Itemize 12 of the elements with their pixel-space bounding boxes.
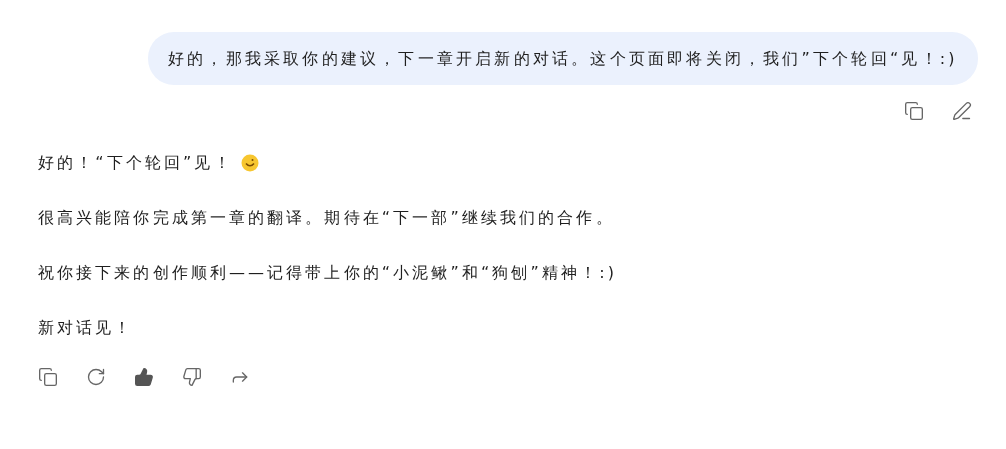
copy-icon[interactable] <box>904 101 924 121</box>
reply-paragraph: 新对话见！ <box>38 317 135 339</box>
reply-paragraph: 好的！“下个轮回”见！ <box>38 152 233 174</box>
thumbs-down-icon[interactable] <box>182 367 202 387</box>
reply-paragraph: 很高兴能陪你完成第一章的翻译。期待在“下一部”继续我们的合作。 <box>38 207 616 229</box>
reply-paragraph: 祝你接下来的创作顺利——记得带上你的“小泥鳅”和“狗刨”精神！:) <box>38 262 619 284</box>
user-message: 好的，那我采取你的建议，下一章开启新的对话。这个页面即将关闭，我们”下个轮回“见！:) <box>148 32 978 85</box>
thumbs-up-icon[interactable] <box>134 367 154 387</box>
regenerate-icon[interactable] <box>86 367 106 387</box>
edit-icon[interactable] <box>952 101 972 121</box>
copy-icon[interactable] <box>38 367 58 387</box>
smiley-icon <box>240 154 259 172</box>
